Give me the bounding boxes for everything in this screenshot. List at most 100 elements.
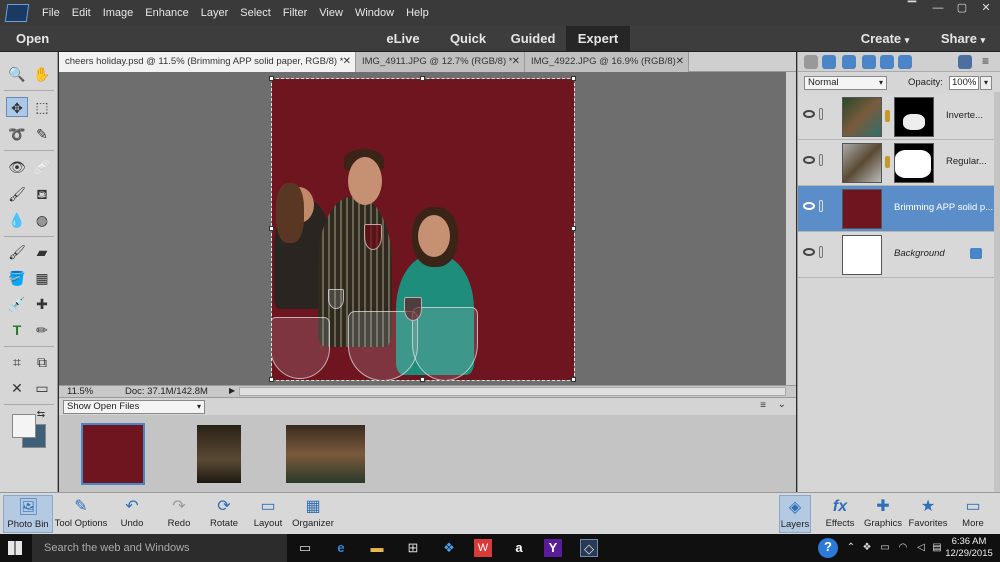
task-view-icon[interactable]: ▭	[296, 539, 314, 557]
straighten-tool-icon[interactable]: ▭	[31, 378, 53, 398]
link-icon[interactable]	[819, 154, 823, 166]
marquee-tool-icon[interactable]: ⬚	[31, 97, 53, 117]
tab-elive[interactable]: eLive	[376, 26, 430, 52]
menu-filter[interactable]: Filter	[277, 7, 313, 19]
close-icon[interactable]: ✕	[343, 52, 351, 72]
red-eye-tool-icon[interactable]: 👁	[6, 157, 28, 177]
link-icon[interactable]	[819, 108, 823, 120]
layer-row[interactable]: Inverte...	[798, 94, 995, 140]
visibility-eye-icon[interactable]	[803, 156, 815, 164]
menu-layer[interactable]: Layer	[195, 7, 235, 19]
menu-view[interactable]: View	[313, 7, 349, 19]
menu-edit[interactable]: Edit	[66, 7, 97, 19]
close-button[interactable]: ✕	[974, 0, 998, 16]
undo-button[interactable]: ↶ Undo	[107, 495, 157, 533]
quick-selection-icon[interactable]: ✎	[31, 124, 53, 144]
menu-window[interactable]: Window	[349, 7, 400, 19]
open-button[interactable]: Open ▾	[8, 26, 68, 71]
brush-tool-icon[interactable]: 🖌	[6, 242, 28, 262]
layer-row-selected[interactable]: Brimming APP solid p...	[798, 186, 995, 232]
opacity-field[interactable]: 100%	[949, 76, 979, 90]
collapse-chevron-icon[interactable]: ⌄	[778, 399, 786, 410]
edge-icon[interactable]: e	[332, 539, 350, 557]
wps-icon[interactable]: W	[474, 539, 492, 557]
visibility-eye-icon[interactable]	[803, 110, 815, 118]
layers-scrollbar[interactable]	[994, 92, 1000, 492]
tab-expert[interactable]: Expert	[566, 26, 630, 52]
custom-shape-icon[interactable]: ✚	[31, 294, 53, 314]
more-button[interactable]: ▭ More	[948, 495, 998, 533]
add-mask-icon[interactable]	[842, 55, 856, 69]
tab-quick[interactable]: Quick	[440, 26, 496, 52]
share-button[interactable]: Share ▾	[930, 26, 996, 52]
smart-brush-icon[interactable]: 🖌	[6, 184, 28, 204]
visibility-eye-icon[interactable]	[803, 248, 815, 256]
hand-tool-icon[interactable]: ✋	[31, 64, 53, 84]
vertical-scrollbar[interactable]	[786, 72, 796, 385]
yahoo-icon[interactable]: Y	[544, 539, 562, 557]
panel-menu-icon[interactable]: ≡	[982, 54, 989, 68]
lock-icon[interactable]	[862, 55, 876, 69]
bin-menu-icon[interactable]: ≡	[760, 400, 766, 411]
lock-all-icon[interactable]	[880, 55, 894, 69]
tool-options-button[interactable]: ✎ Tool Options	[54, 495, 108, 533]
tab-img-4911[interactable]: IMG_4911.JPG @ 12.7% (RGB/8) * ✕	[356, 52, 525, 72]
foreground-color-swatch[interactable]	[12, 414, 36, 438]
transform-handle[interactable]	[571, 76, 576, 81]
gradient-tool-icon[interactable]: ▦	[31, 268, 53, 288]
healing-brush-icon[interactable]: 🩹	[31, 157, 53, 177]
photoshop-elements-icon[interactable]: ◇	[580, 539, 598, 557]
wifi-icon[interactable]: ◠	[894, 539, 912, 557]
dropbox-tray-icon[interactable]: ❖	[858, 539, 876, 557]
link-icon[interactable]	[819, 200, 823, 212]
lasso-tool-icon[interactable]: ➰	[6, 124, 28, 144]
tab-guided[interactable]: Guided	[502, 26, 564, 52]
sponge-tool-icon[interactable]: ◍	[31, 210, 53, 230]
paint-bucket-icon[interactable]: 🪣	[6, 268, 28, 288]
horizontal-scrollbar[interactable]	[239, 387, 786, 396]
transform-handle[interactable]	[420, 76, 425, 81]
layer-row[interactable]: Regular...	[798, 140, 995, 186]
visibility-eye-icon[interactable]	[803, 202, 815, 210]
link-icon[interactable]	[898, 55, 912, 69]
dropbox-icon[interactable]: ❖	[440, 539, 458, 557]
crop-tool-icon[interactable]: ⌗	[6, 352, 28, 372]
help-icon[interactable]: ?	[818, 538, 838, 558]
transform-handle[interactable]	[571, 226, 576, 231]
favorites-button[interactable]: ★ Favorites	[903, 495, 953, 533]
windows-start-icon[interactable]	[8, 541, 22, 555]
menu-image[interactable]: Image	[97, 7, 140, 19]
new-layer-icon[interactable]	[804, 55, 818, 69]
graphics-button[interactable]: ✚ Graphics	[858, 495, 908, 533]
close-icon[interactable]: ✕	[512, 52, 520, 72]
play-arrow-icon[interactable]: ▶	[229, 386, 235, 395]
battery-icon[interactable]: ▭	[876, 539, 894, 557]
bin-thumbnail-img-4922[interactable]	[286, 425, 365, 483]
blur-tool-icon[interactable]: 💧	[6, 210, 28, 230]
type-tool-icon[interactable]: T	[6, 320, 28, 340]
link-icon[interactable]	[819, 246, 823, 258]
transform-handle[interactable]	[571, 377, 576, 382]
blend-mode-dropdown[interactable]: Normal ▾	[804, 76, 887, 90]
adjustment-layer-icon[interactable]	[822, 55, 836, 69]
layer-row[interactable]: Background	[798, 232, 995, 278]
layers-button[interactable]: ◈ Layers	[779, 495, 811, 533]
menu-file[interactable]: File	[36, 7, 66, 19]
transform-handle[interactable]	[420, 377, 425, 382]
search-input[interactable]: Search the web and Windows	[32, 534, 287, 562]
trash-icon[interactable]	[958, 55, 972, 69]
close-icon[interactable]: ✕	[676, 52, 684, 72]
file-explorer-icon[interactable]: ▬	[368, 539, 386, 557]
clone-stamp-icon[interactable]: ⛾	[31, 184, 53, 204]
menu-select[interactable]: Select	[234, 7, 277, 19]
rotate-button[interactable]: ⟳ Rotate	[199, 495, 249, 533]
create-button[interactable]: Create ▾	[852, 26, 918, 52]
show-open-files-dropdown[interactable]: Show Open Files ▾	[63, 400, 205, 414]
eyedropper-icon[interactable]: 💉	[6, 294, 28, 314]
content-aware-move-icon[interactable]: ✕	[6, 378, 28, 398]
eraser-tool-icon[interactable]: ▰	[31, 242, 53, 262]
transform-handle[interactable]	[269, 377, 274, 382]
minimize-button[interactable]: —	[926, 0, 950, 16]
bin-thumbnail-img-4911[interactable]	[197, 425, 241, 483]
tab-cheers-holiday[interactable]: cheers holiday.psd @ 11.5% (Brimming APP…	[59, 52, 356, 72]
